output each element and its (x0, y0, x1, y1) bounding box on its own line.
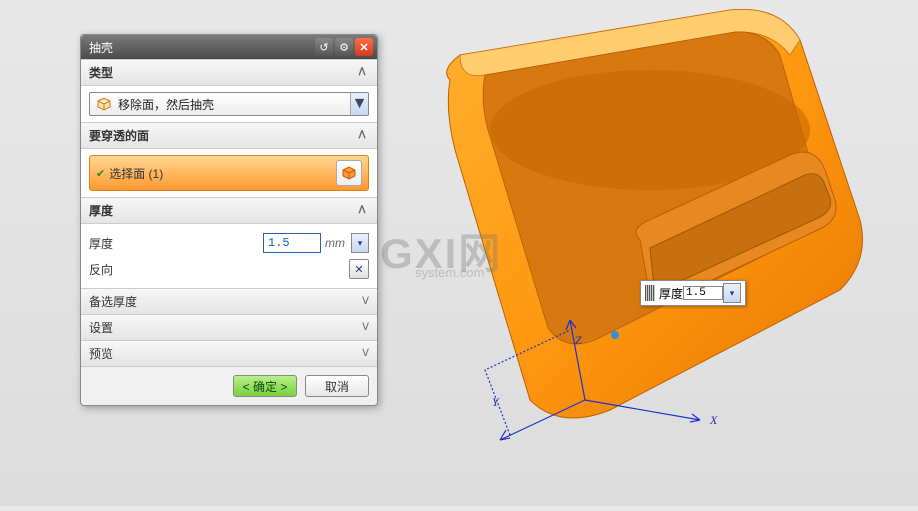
chevron-down-icon: ▼ (350, 93, 368, 115)
section-type-label: 类型 (89, 64, 113, 81)
ok-button[interactable]: < 确定 > (233, 375, 297, 397)
float-label: 厚度 (659, 285, 683, 302)
chevron-up-icon: ᐱ (355, 129, 369, 143)
chevron-down-icon: ᐯ (362, 348, 369, 359)
face-selection-row[interactable]: ✔ 选择面 (1) (89, 155, 369, 191)
face-picker-button[interactable] (336, 160, 362, 186)
drag-handle-icon[interactable] (645, 285, 655, 301)
section-faces-label: 要穿透的面 (89, 127, 149, 144)
section-thickness-label: 厚度 (89, 202, 113, 219)
dialog-title: 抽壳 (85, 39, 313, 56)
reverse-label: 反向 (89, 261, 349, 278)
dialog-titlebar[interactable]: 抽壳 ↺ ⚙ ✕ (81, 35, 377, 59)
thickness-spinner[interactable]: ▾ (351, 233, 369, 253)
shell-dialog: 抽壳 ↺ ⚙ ✕ 类型 ᐱ 移除面，然后抽壳 ▼ 要穿透的面 ᐱ ✔ (80, 34, 378, 406)
chevron-up-icon: ᐱ (355, 66, 369, 80)
close-button[interactable]: ✕ (355, 38, 373, 56)
chevron-down-icon: ᐯ (362, 322, 369, 333)
section-settings-label: 设置 (89, 319, 113, 336)
axis-z-label: Z (575, 333, 582, 348)
section-faces-header[interactable]: 要穿透的面 ᐱ (81, 122, 377, 149)
thickness-float-tag[interactable]: 厚度 ▾ (640, 280, 746, 306)
thickness-unit: mm (325, 236, 345, 250)
section-preview-label: 预览 (89, 345, 113, 362)
checkmark-icon: ✔ (96, 167, 105, 180)
float-thickness-input[interactable] (683, 286, 723, 300)
face-selection-text: 选择面 (1) (109, 165, 163, 182)
section-type-header[interactable]: 类型 ᐱ (81, 59, 377, 86)
section-thickness-header[interactable]: 厚度 ᐱ (81, 197, 377, 224)
thickness-input[interactable] (263, 233, 321, 253)
section-alt-thickness[interactable]: 备选厚度 ᐯ (81, 288, 377, 314)
type-dropdown[interactable]: 移除面，然后抽壳 ▼ (89, 92, 369, 116)
chevron-up-icon: ᐱ (355, 204, 369, 218)
section-preview[interactable]: 预览 ᐯ (81, 340, 377, 366)
chevron-down-icon: ᐯ (362, 296, 369, 307)
reverse-direction-button[interactable]: ✕ (349, 259, 369, 279)
float-spin-button[interactable]: ▾ (723, 283, 741, 303)
axis-x-label: X (710, 413, 717, 428)
dialog-footer: < 确定 > 取消 (81, 366, 377, 405)
cancel-button[interactable]: 取消 (305, 375, 369, 397)
reset-button[interactable]: ↺ (315, 38, 333, 56)
cube-wireframe-icon (94, 94, 114, 114)
axis-y-label: Y (492, 395, 499, 410)
watermark-subtext: system.com (415, 265, 484, 280)
type-dropdown-text: 移除面，然后抽壳 (118, 96, 350, 113)
thickness-field-label: 厚度 (89, 235, 263, 252)
section-settings[interactable]: 设置 ᐯ (81, 314, 377, 340)
section-alt-thickness-label: 备选厚度 (89, 293, 137, 310)
settings-gear-icon[interactable]: ⚙ (335, 38, 353, 56)
